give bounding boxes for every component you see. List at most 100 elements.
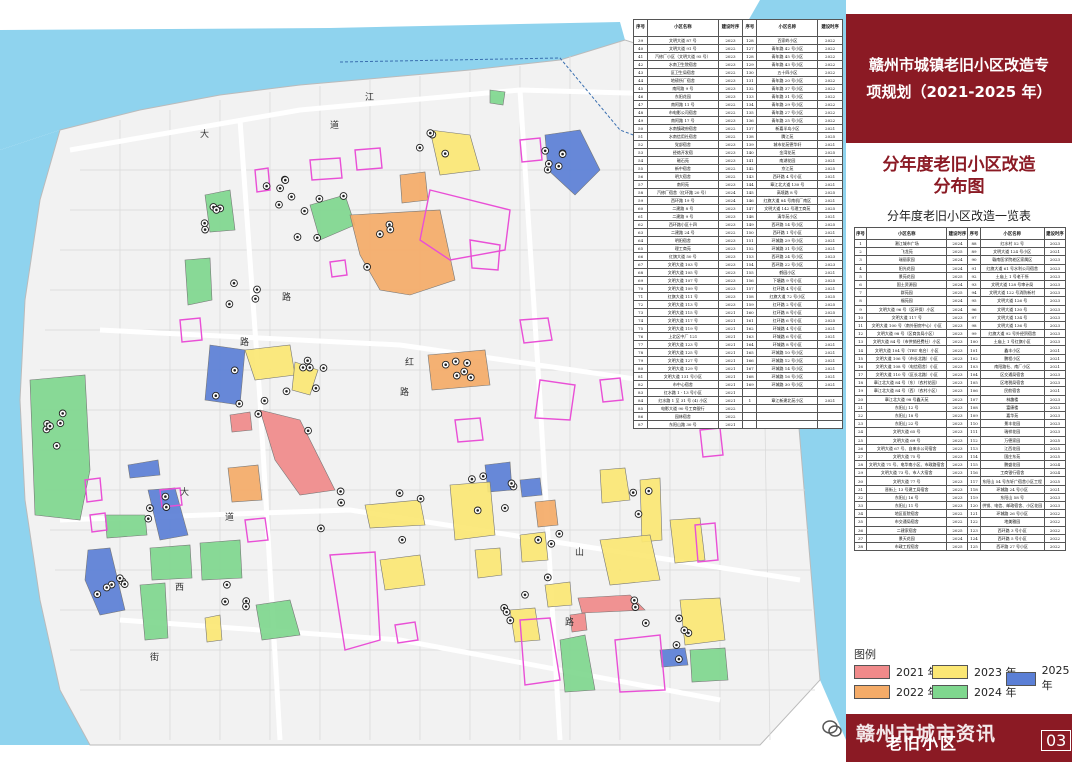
site-marker[interactable] (386, 225, 395, 234)
renovation-block[interactable] (689, 647, 729, 683)
site-marker[interactable] (52, 441, 61, 450)
site-marker[interactable] (146, 504, 154, 512)
site-marker[interactable] (634, 510, 643, 518)
renovation-block[interactable] (149, 544, 193, 581)
site-marker[interactable] (235, 399, 244, 408)
site-marker[interactable] (254, 410, 263, 418)
site-marker[interactable] (460, 367, 469, 376)
site-marker[interactable] (547, 539, 556, 548)
site-marker[interactable] (339, 192, 348, 200)
site-marker[interactable] (56, 419, 65, 428)
site-marker[interactable] (558, 150, 567, 158)
site-marker[interactable] (630, 596, 639, 605)
site-marker[interactable] (466, 373, 475, 382)
site-marker[interactable] (452, 371, 461, 380)
site-marker[interactable] (200, 219, 209, 228)
site-marker[interactable] (293, 233, 302, 241)
site-marker[interactable] (58, 409, 67, 418)
renovation-block[interactable] (534, 499, 559, 528)
renovation-block[interactable] (379, 554, 426, 591)
renovation-block[interactable] (139, 582, 169, 641)
site-marker[interactable] (300, 207, 309, 215)
renovation-block[interactable] (104, 514, 148, 539)
renovation-block[interactable] (489, 89, 506, 106)
site-marker[interactable] (555, 529, 564, 538)
site-marker[interactable] (441, 360, 450, 369)
site-marker[interactable] (262, 182, 271, 190)
site-marker[interactable] (276, 184, 284, 193)
site-marker[interactable] (451, 357, 460, 366)
site-marker[interactable] (468, 475, 476, 483)
renovation-block[interactable] (519, 477, 543, 498)
site-marker[interactable] (161, 492, 170, 501)
site-marker[interactable] (102, 583, 111, 592)
site-marker[interactable] (501, 504, 509, 512)
renovation-block[interactable] (227, 464, 263, 503)
renovation-block[interactable] (204, 344, 246, 406)
renovation-block[interactable] (229, 411, 253, 433)
site-marker[interactable] (641, 619, 650, 627)
site-marker[interactable] (395, 489, 404, 497)
site-marker[interactable] (441, 149, 450, 158)
site-marker[interactable] (336, 487, 345, 496)
site-marker[interactable] (299, 363, 307, 372)
site-marker[interactable] (223, 580, 231, 589)
renovation-block[interactable] (427, 349, 491, 391)
site-marker[interactable] (631, 603, 640, 611)
site-marker[interactable] (415, 143, 424, 152)
renovation-block[interactable] (659, 647, 689, 668)
renovation-block[interactable] (474, 547, 503, 579)
site-marker[interactable] (230, 366, 239, 375)
site-marker[interactable] (253, 285, 261, 294)
site-marker[interactable] (317, 524, 325, 533)
site-marker[interactable] (275, 200, 283, 209)
site-marker[interactable] (230, 279, 238, 288)
site-marker[interactable] (554, 162, 563, 171)
renovation-block[interactable] (199, 539, 243, 581)
site-marker[interactable] (502, 608, 511, 616)
site-marker[interactable] (312, 384, 320, 393)
site-marker[interactable] (521, 590, 529, 599)
site-marker[interactable] (313, 233, 322, 242)
site-marker[interactable] (675, 614, 683, 623)
site-marker[interactable] (376, 230, 384, 238)
site-marker[interactable] (212, 206, 221, 214)
renovation-block[interactable] (599, 467, 631, 504)
renovation-block[interactable] (519, 531, 549, 563)
site-marker[interactable] (543, 573, 552, 582)
site-marker[interactable] (426, 129, 435, 137)
site-marker[interactable] (506, 616, 515, 625)
site-marker[interactable] (479, 472, 488, 481)
renovation-block[interactable] (509, 607, 541, 643)
site-marker[interactable] (303, 356, 312, 365)
site-marker[interactable] (680, 626, 689, 635)
site-marker[interactable] (162, 503, 171, 511)
site-marker[interactable] (281, 176, 290, 184)
site-marker[interactable] (337, 498, 345, 507)
renovation-block[interactable] (364, 499, 426, 529)
site-marker[interactable] (363, 263, 371, 271)
site-marker[interactable] (398, 535, 407, 544)
site-marker[interactable] (534, 536, 543, 544)
renovation-block[interactable] (544, 581, 573, 608)
site-marker[interactable] (304, 426, 312, 435)
site-marker[interactable] (221, 597, 229, 606)
site-marker[interactable] (211, 391, 220, 400)
site-marker[interactable] (473, 506, 482, 515)
site-marker[interactable] (644, 487, 653, 495)
site-marker[interactable] (305, 363, 314, 372)
renovation-block[interactable] (679, 597, 726, 646)
site-marker[interactable] (287, 192, 296, 201)
site-marker[interactable] (416, 494, 425, 503)
renovation-block[interactable] (204, 614, 223, 643)
site-marker[interactable] (463, 359, 471, 367)
site-marker[interactable] (544, 159, 553, 168)
site-marker[interactable] (319, 364, 328, 372)
site-marker[interactable] (46, 422, 54, 430)
site-marker[interactable] (251, 294, 260, 303)
site-marker[interactable] (507, 479, 516, 488)
renovation-block[interactable] (599, 534, 661, 586)
site-marker[interactable] (201, 225, 209, 234)
site-marker[interactable] (242, 602, 250, 611)
site-marker[interactable] (282, 387, 291, 396)
